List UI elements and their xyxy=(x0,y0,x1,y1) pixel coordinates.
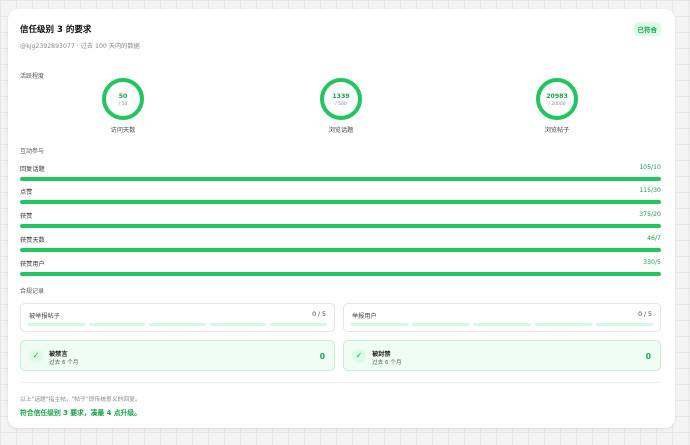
section-label-compliance: 合规记录 xyxy=(20,288,45,295)
progress-fill xyxy=(20,248,661,252)
segment xyxy=(88,323,146,326)
segment xyxy=(270,323,327,326)
progress-fill xyxy=(20,177,661,181)
section-label-interaction: 互动参与 xyxy=(20,148,45,155)
ring-label: 浏览话题 xyxy=(328,127,354,134)
section-label-activity: 活跃程度 xyxy=(20,73,45,80)
box-label: 举报用户 xyxy=(352,313,377,320)
check-icon: ✓ xyxy=(29,349,43,363)
box-label: 被举报帖子 xyxy=(29,313,60,320)
progress-row-liked-days: 获赞天数 46/7 xyxy=(20,235,661,252)
progress-value: 375/20 xyxy=(639,211,661,218)
segment xyxy=(351,323,409,326)
progress-label: 回复话题 xyxy=(20,166,45,173)
segment-track xyxy=(351,323,654,326)
check-icon: ✓ xyxy=(352,349,366,363)
progress-value: 115/30 xyxy=(639,187,661,194)
segment xyxy=(473,323,531,326)
ring-visit-days: 50 / 50 访问天数 xyxy=(88,77,158,134)
segment xyxy=(149,323,206,326)
progress-track xyxy=(20,248,661,252)
silenced-count: 0 xyxy=(319,352,325,361)
ring-viewed-topics: 1339 / 500 浏览话题 xyxy=(306,77,376,134)
progress-value: 330/5 xyxy=(643,259,661,266)
status-badge: 已符合 xyxy=(633,22,661,36)
ring-label: 访问天数 xyxy=(110,127,136,134)
silenced-period: 过去 6 个月 xyxy=(49,360,79,366)
progress-track xyxy=(20,224,661,228)
progress-row-liked-users: 获赞用户 330/5 xyxy=(20,259,661,276)
segment xyxy=(28,323,85,326)
progress-track xyxy=(20,272,661,276)
ring-chart: 20983 / 20000 xyxy=(536,78,578,120)
page-subtitle: @kjg2392893077 · 过去 100 天内的数据 xyxy=(20,43,140,50)
ring-target: / 20000 xyxy=(548,101,565,107)
ring-target: / 50 xyxy=(119,101,128,107)
suspended-count: 0 xyxy=(645,352,651,361)
trust-level-card: 信任级别 3 的要求 已符合 @kjg2392893077 · 过去 100 天… xyxy=(8,9,675,428)
ring-target: / 500 xyxy=(335,101,347,107)
progress-row-likes-given: 点赞 115/30 xyxy=(20,187,661,204)
divider xyxy=(20,382,661,383)
progress-label: 获赞 xyxy=(20,213,33,220)
reported-posts-box: 被举报帖子 0 / 5 xyxy=(20,303,335,332)
progress-value: 46/7 xyxy=(647,235,661,242)
reported-users-box: 举报用户 0 / 5 xyxy=(343,303,661,332)
suspended-period: 过去 6 个月 xyxy=(372,360,402,366)
segment-track xyxy=(28,323,327,326)
progress-track xyxy=(20,177,661,181)
ring-value: 1339 xyxy=(332,93,349,100)
segment xyxy=(412,323,470,326)
progress-label: 获赞天数 xyxy=(20,237,45,244)
ring-value: 20983 xyxy=(546,93,568,100)
ring-chart: 1339 / 500 xyxy=(320,78,362,120)
progress-track xyxy=(20,200,661,204)
progress-row-likes-received: 获赞 375/20 xyxy=(20,211,661,228)
silenced-box: ✓ 被禁言 过去 6 个月 0 xyxy=(20,340,335,371)
footnote: 以上"话题"指主帖，"帖子"即传统意义的回复。 xyxy=(20,397,141,403)
ring-value: 50 xyxy=(119,93,128,100)
suspended-box: ✓ 被封禁 过去 6 个月 0 xyxy=(343,340,661,371)
segment xyxy=(595,323,654,326)
segment xyxy=(534,323,592,326)
segment xyxy=(209,323,267,326)
silenced-title: 被禁言 xyxy=(49,351,68,358)
ring-chart: 50 / 50 xyxy=(102,78,144,120)
summary-text: 符合信任级别 3 要求，凑最 4 点升级。 xyxy=(20,409,141,417)
box-value: 0 / 5 xyxy=(312,311,326,318)
progress-label: 获赞用户 xyxy=(20,261,45,268)
progress-label: 点赞 xyxy=(20,189,33,196)
suspended-title: 被封禁 xyxy=(372,351,391,358)
progress-fill xyxy=(20,224,661,228)
ring-viewed-posts: 20983 / 20000 浏览帖子 xyxy=(522,77,592,134)
progress-fill xyxy=(20,200,661,204)
progress-row-replies: 回复话题 105/10 xyxy=(20,164,661,181)
box-value: 0 / 5 xyxy=(638,311,652,318)
progress-value: 105/10 xyxy=(639,164,661,171)
page-title: 信任级别 3 的要求 xyxy=(20,25,92,35)
ring-label: 浏览帖子 xyxy=(544,127,570,134)
progress-fill xyxy=(20,272,661,276)
